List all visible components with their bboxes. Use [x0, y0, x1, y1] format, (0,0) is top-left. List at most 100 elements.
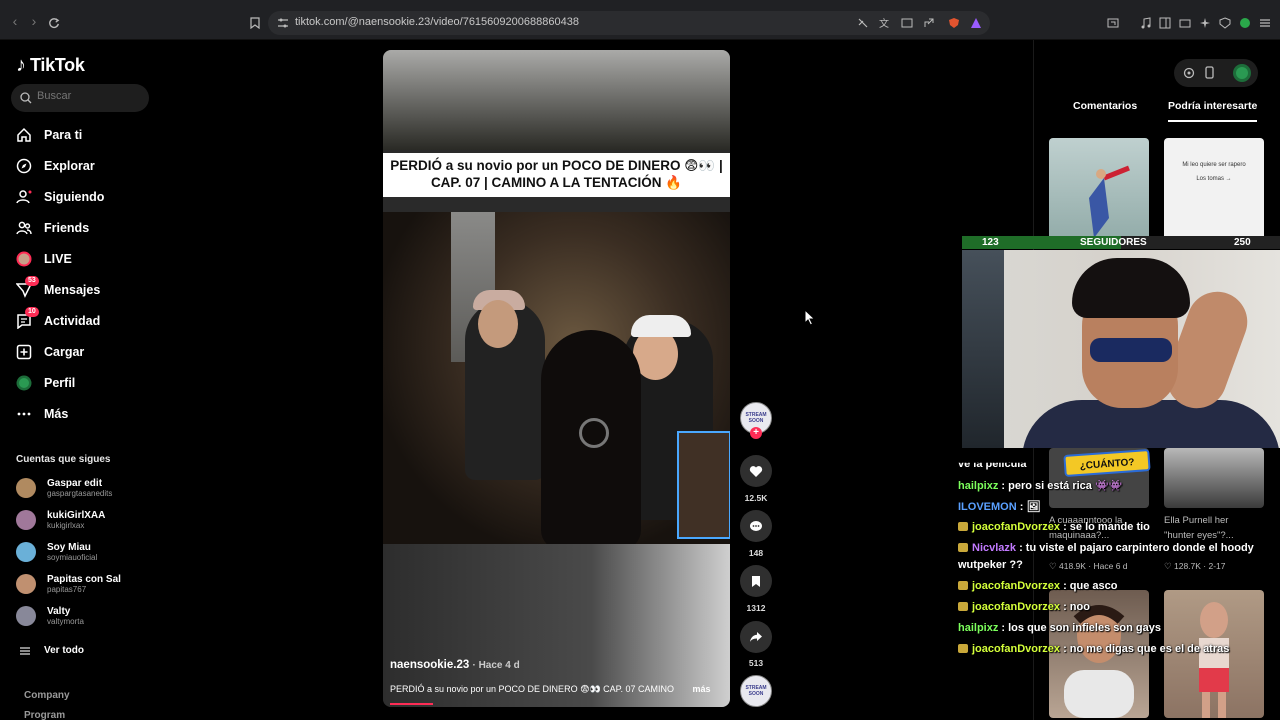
chat-message: ve la pelicula: [958, 463, 1026, 470]
notification-badge: 10: [25, 307, 39, 317]
nav-cargar[interactable]: Cargar: [16, 341, 84, 363]
chat-username: joacofanDvorzex: [972, 643, 1061, 655]
suggested-video-4[interactable]: [1164, 448, 1264, 508]
following-account[interactable]: Gaspar edit gaspargtasanedits: [16, 474, 112, 502]
cast-icon[interactable]: [901, 17, 913, 29]
rewards-icon[interactable]: [970, 17, 982, 29]
reload-icon[interactable]: [48, 17, 60, 29]
subscriber-badge-icon: [958, 522, 968, 531]
chat-message: hailpixz : los que son infieles son gays: [958, 622, 1161, 634]
chat-text: : 🖼: [1016, 501, 1041, 513]
following-account[interactable]: Soy Miau soymiauoficial: [16, 538, 97, 566]
search-input[interactable]: [37, 90, 142, 102]
ai-icon[interactable]: [1199, 17, 1211, 29]
webcam-hair: [1072, 258, 1190, 318]
tab-comentarios[interactable]: Comentarios: [1073, 100, 1137, 112]
suggested-4-title[interactable]: Ella Purnell her: [1164, 515, 1228, 526]
save-button[interactable]: [740, 565, 772, 597]
more-button[interactable]: más: [693, 684, 711, 694]
chat-message: ILOVEMON : 🖼: [958, 500, 1040, 513]
wallet-icon[interactable]: [1179, 17, 1191, 29]
url-text: tiktok.com/@naensookie.23/video/76156092…: [295, 16, 579, 28]
tab-podria-interesarte[interactable]: Podría interesarte: [1168, 100, 1258, 122]
chat-text: : noo: [1060, 601, 1090, 613]
author-handle[interactable]: naensookie.23: [390, 659, 469, 671]
chat-text: : que asco: [1060, 580, 1118, 592]
music-icon[interactable]: [1140, 17, 1152, 29]
see-all-button[interactable]: Ver todo: [20, 645, 84, 656]
account-avatar: [16, 510, 36, 530]
comment-icon: [750, 520, 762, 531]
phone-icon[interactable]: [1205, 66, 1214, 79]
nav-para-ti[interactable]: Para ti: [16, 124, 82, 146]
vpn-icon[interactable]: [1219, 17, 1231, 29]
account-handle: valtymorta: [47, 616, 84, 626]
thumb-figure: [1089, 165, 1130, 238]
nav-siguiendo[interactable]: Siguiendo: [16, 186, 104, 208]
compass-icon: [16, 158, 32, 174]
tiktok-logo[interactable]: ♪ TikTok: [16, 54, 85, 77]
friends-icon: [16, 220, 32, 236]
home-icon: [16, 127, 32, 143]
video-progress-bar[interactable]: [390, 703, 434, 705]
menu-icon[interactable]: [1259, 17, 1271, 29]
footer-program-link[interactable]: Program: [24, 710, 65, 720]
music-disc-avatar[interactable]: STREAM SOON: [740, 675, 772, 707]
caption-line-2: CAP. 07 | CAMINO A LA TENTACIÓN 🔥: [430, 175, 683, 190]
chat-text: : los que son infieles son gays: [998, 622, 1161, 634]
chat-message: joacofanDvorzex : que asco: [958, 580, 1118, 592]
target-icon[interactable]: [1183, 67, 1195, 79]
share-icon[interactable]: [923, 17, 935, 29]
save-count: 1312: [746, 603, 766, 613]
account-handle: papitas767: [47, 584, 87, 594]
like-button[interactable]: [740, 455, 772, 487]
following-account[interactable]: Valty valtymorta: [16, 602, 84, 630]
suggested-4-sub[interactable]: "hunter eyes"?...: [1164, 530, 1234, 541]
account-avatar: [16, 606, 36, 626]
nav-label: Explorar: [44, 159, 95, 173]
forward-icon[interactable]: ›: [27, 14, 41, 28]
video-player[interactable]: PERDIÓ a su novio por un POCO DE DINERO …: [383, 50, 730, 707]
chat-message: joacofanDvorzex : no me digas que es el …: [958, 643, 1229, 655]
nav-m-s[interactable]: Más: [16, 403, 68, 425]
nav-perfil[interactable]: Perfil: [16, 372, 75, 394]
account-handle: soymiauoficial: [47, 552, 98, 562]
suggested-video-1[interactable]: [1049, 138, 1149, 248]
user-avatar[interactable]: [1232, 63, 1252, 83]
chat-username: joacofanDvorzex: [972, 601, 1061, 613]
scene-inset-frame: [677, 431, 730, 539]
nav-live[interactable]: LIVE: [16, 248, 72, 270]
nav-friends[interactable]: Friends: [16, 217, 89, 239]
bookmark-icon[interactable]: [249, 17, 261, 29]
translate-icon[interactable]: 文: [879, 17, 891, 29]
following-account[interactable]: kukiGirlXAA kukigirlxax: [16, 506, 105, 534]
view-toggle[interactable]: [1174, 59, 1258, 87]
search-box[interactable]: [11, 84, 149, 112]
share-button[interactable]: [740, 621, 772, 653]
chat-text: wutpeker ??: [958, 559, 1023, 571]
comment-button[interactable]: [740, 510, 772, 542]
nav-label: LIVE: [44, 252, 72, 266]
following-account[interactable]: Papitas con Sal papitas767: [16, 570, 121, 598]
shield-icon[interactable]: [948, 17, 960, 29]
nav-actividad[interactable]: 10 Actividad: [16, 307, 100, 332]
nav-label: Friends: [44, 221, 90, 235]
follow-plus-icon[interactable]: +: [750, 427, 762, 439]
follower-count: 123: [982, 237, 999, 248]
profile-avatar-icon[interactable]: [1239, 17, 1251, 29]
footer-company-link[interactable]: Company: [24, 690, 70, 701]
suggested-video-2[interactable]: Mi leo quiere ser rapero Los tomas →: [1164, 138, 1264, 248]
site-settings-icon[interactable]: [277, 17, 289, 29]
video-bottom: [383, 544, 730, 707]
nav-explorar[interactable]: Explorar: [16, 155, 95, 177]
nav-mensajes[interactable]: 53 Mensajes: [16, 276, 100, 301]
no-sound-icon[interactable]: [857, 17, 869, 29]
extensions-icon[interactable]: [1107, 17, 1119, 29]
back-icon[interactable]: ‹: [8, 14, 22, 28]
nav-label: Más: [44, 407, 69, 421]
scene-cap-right: [631, 315, 691, 337]
chat-text: : se lo mande tio: [1060, 521, 1150, 533]
video-author[interactable]: naensookie.23 · Hace 4 d: [390, 659, 520, 671]
follower-label: SEGUIDORES: [1080, 237, 1147, 248]
sidebar-icon[interactable]: [1159, 17, 1171, 29]
